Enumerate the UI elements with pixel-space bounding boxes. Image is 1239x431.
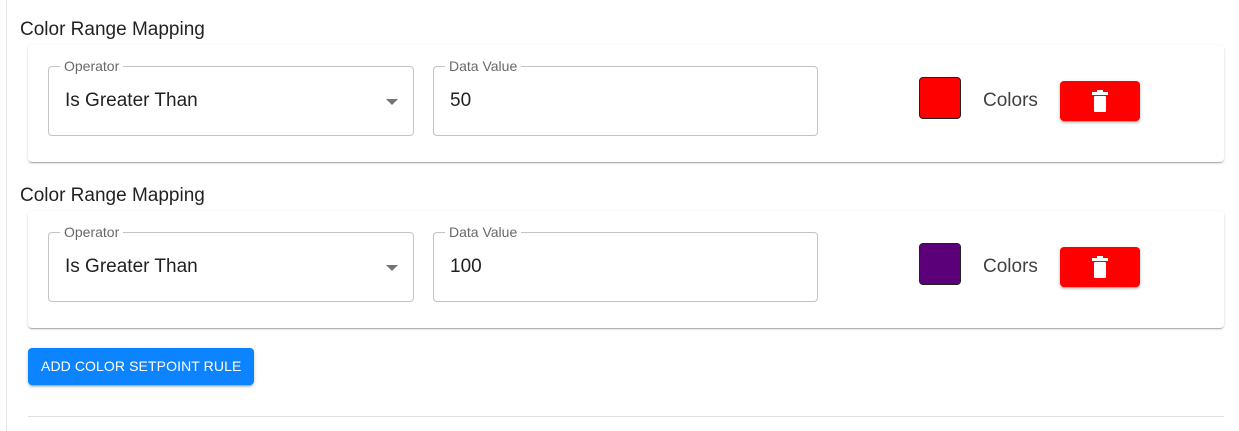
data-value-label: Data Value: [445, 58, 522, 74]
data-value-input[interactable]: Data Value 100: [433, 224, 818, 302]
color-rule-card: Operator Is Greater Than Data Value 100 …: [28, 211, 1224, 328]
section-title: Color Range Mapping: [20, 19, 205, 40]
color-swatch[interactable]: [919, 77, 961, 119]
left-border: [6, 0, 7, 431]
operator-label: Operator: [60, 58, 124, 74]
data-value-text: 50: [450, 90, 472, 111]
colors-label: Colors: [983, 90, 1038, 111]
color-rule-card: Operator Is Greater Than Data Value 50 C…: [28, 45, 1224, 162]
color-swatch[interactable]: [919, 243, 961, 285]
operator-value: Is Greater Than: [65, 90, 198, 111]
operator-label: Operator: [60, 224, 124, 240]
trash-icon: [1092, 256, 1108, 278]
trash-icon: [1092, 90, 1108, 112]
chevron-down-icon: [386, 99, 398, 105]
divider: [28, 416, 1224, 417]
delete-rule-button[interactable]: [1060, 247, 1140, 287]
operator-value: Is Greater Than: [65, 256, 198, 277]
data-value-text: 100: [450, 256, 482, 277]
chevron-down-icon: [386, 265, 398, 271]
section-title: Color Range Mapping: [20, 185, 205, 206]
delete-rule-button[interactable]: [1060, 81, 1140, 121]
operator-select[interactable]: Operator Is Greater Than: [48, 58, 414, 136]
add-color-setpoint-rule-button[interactable]: ADD COLOR SETPOINT RULE: [28, 348, 255, 385]
operator-select[interactable]: Operator Is Greater Than: [48, 224, 414, 302]
colors-label: Colors: [983, 256, 1038, 277]
data-value-label: Data Value: [445, 224, 522, 240]
data-value-input[interactable]: Data Value 50: [433, 58, 818, 136]
